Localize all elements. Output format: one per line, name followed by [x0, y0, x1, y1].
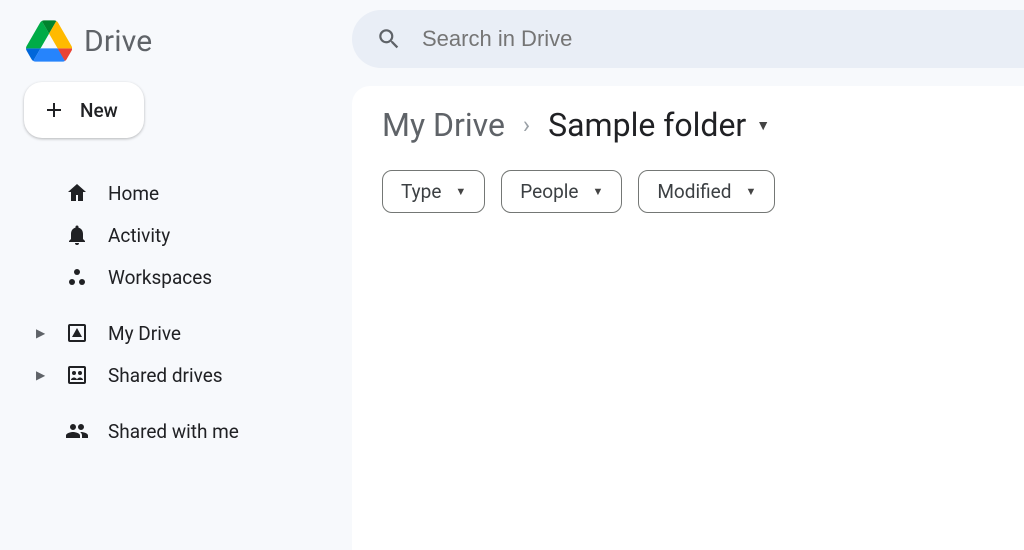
sidebar-item-shared-with-me[interactable]: ▶ Shared with me: [24, 410, 340, 452]
caret-down-icon: ▼: [745, 185, 756, 198]
shared-with-me-icon: [64, 419, 90, 443]
caret-down-icon: ▼: [756, 117, 770, 134]
new-button[interactable]: New: [24, 82, 144, 138]
search-bar[interactable]: [352, 10, 1024, 68]
new-button-label: New: [80, 99, 118, 122]
brand-name: Drive: [84, 24, 152, 59]
bell-icon: [64, 223, 90, 247]
chevron-right-icon: ›: [523, 111, 530, 139]
main-pane: My Drive › Sample folder ▼ Type ▼ People…: [340, 0, 1024, 550]
chip-label: Type: [401, 180, 441, 203]
caret-down-icon: ▼: [455, 185, 466, 198]
sidebar-item-my-drive[interactable]: ▶ My Drive: [24, 312, 340, 354]
filter-chip-type[interactable]: Type ▼: [382, 170, 485, 213]
sidebar-item-activity[interactable]: ▶ Activity: [24, 214, 340, 256]
chip-label: People: [520, 180, 578, 203]
sidebar-item-label: Shared with me: [108, 420, 239, 443]
breadcrumb-current[interactable]: Sample folder ▼: [548, 106, 770, 144]
breadcrumb: My Drive › Sample folder ▼: [382, 106, 1024, 144]
breadcrumb-current-label: Sample folder: [548, 106, 746, 144]
workspaces-icon: [64, 265, 90, 289]
sidebar-item-workspaces[interactable]: ▶ Workspaces: [24, 256, 340, 298]
filter-chips: Type ▼ People ▼ Modified ▼: [382, 170, 1024, 213]
brand[interactable]: Drive: [24, 12, 340, 82]
drive-logo-icon: [26, 20, 72, 62]
filter-chip-modified[interactable]: Modified ▼: [638, 170, 775, 213]
plus-icon: [42, 98, 66, 122]
chevron-right-icon[interactable]: ▶: [36, 368, 46, 382]
chevron-right-icon[interactable]: ▶: [36, 326, 46, 340]
sidebar: Drive New ▶ Home ▶ Activity: [0, 0, 340, 550]
shared-drives-icon: [64, 363, 90, 387]
chip-label: Modified: [657, 180, 731, 203]
search-icon: [376, 26, 402, 52]
sidebar-item-home[interactable]: ▶ Home: [24, 172, 340, 214]
sidebar-item-label: My Drive: [108, 322, 181, 345]
sidebar-item-label: Home: [108, 182, 159, 205]
sidebar-item-shared-drives[interactable]: ▶ Shared drives: [24, 354, 340, 396]
content-area: My Drive › Sample folder ▼ Type ▼ People…: [352, 86, 1024, 550]
sidebar-item-label: Activity: [108, 224, 170, 247]
home-icon: [64, 181, 90, 205]
breadcrumb-root[interactable]: My Drive: [382, 106, 505, 144]
search-input[interactable]: [422, 26, 1000, 52]
sidebar-item-label: Workspaces: [108, 266, 212, 289]
sidebar-item-label: Shared drives: [108, 364, 223, 387]
caret-down-icon: ▼: [592, 185, 603, 198]
filter-chip-people[interactable]: People ▼: [501, 170, 622, 213]
drive-icon: [64, 321, 90, 345]
